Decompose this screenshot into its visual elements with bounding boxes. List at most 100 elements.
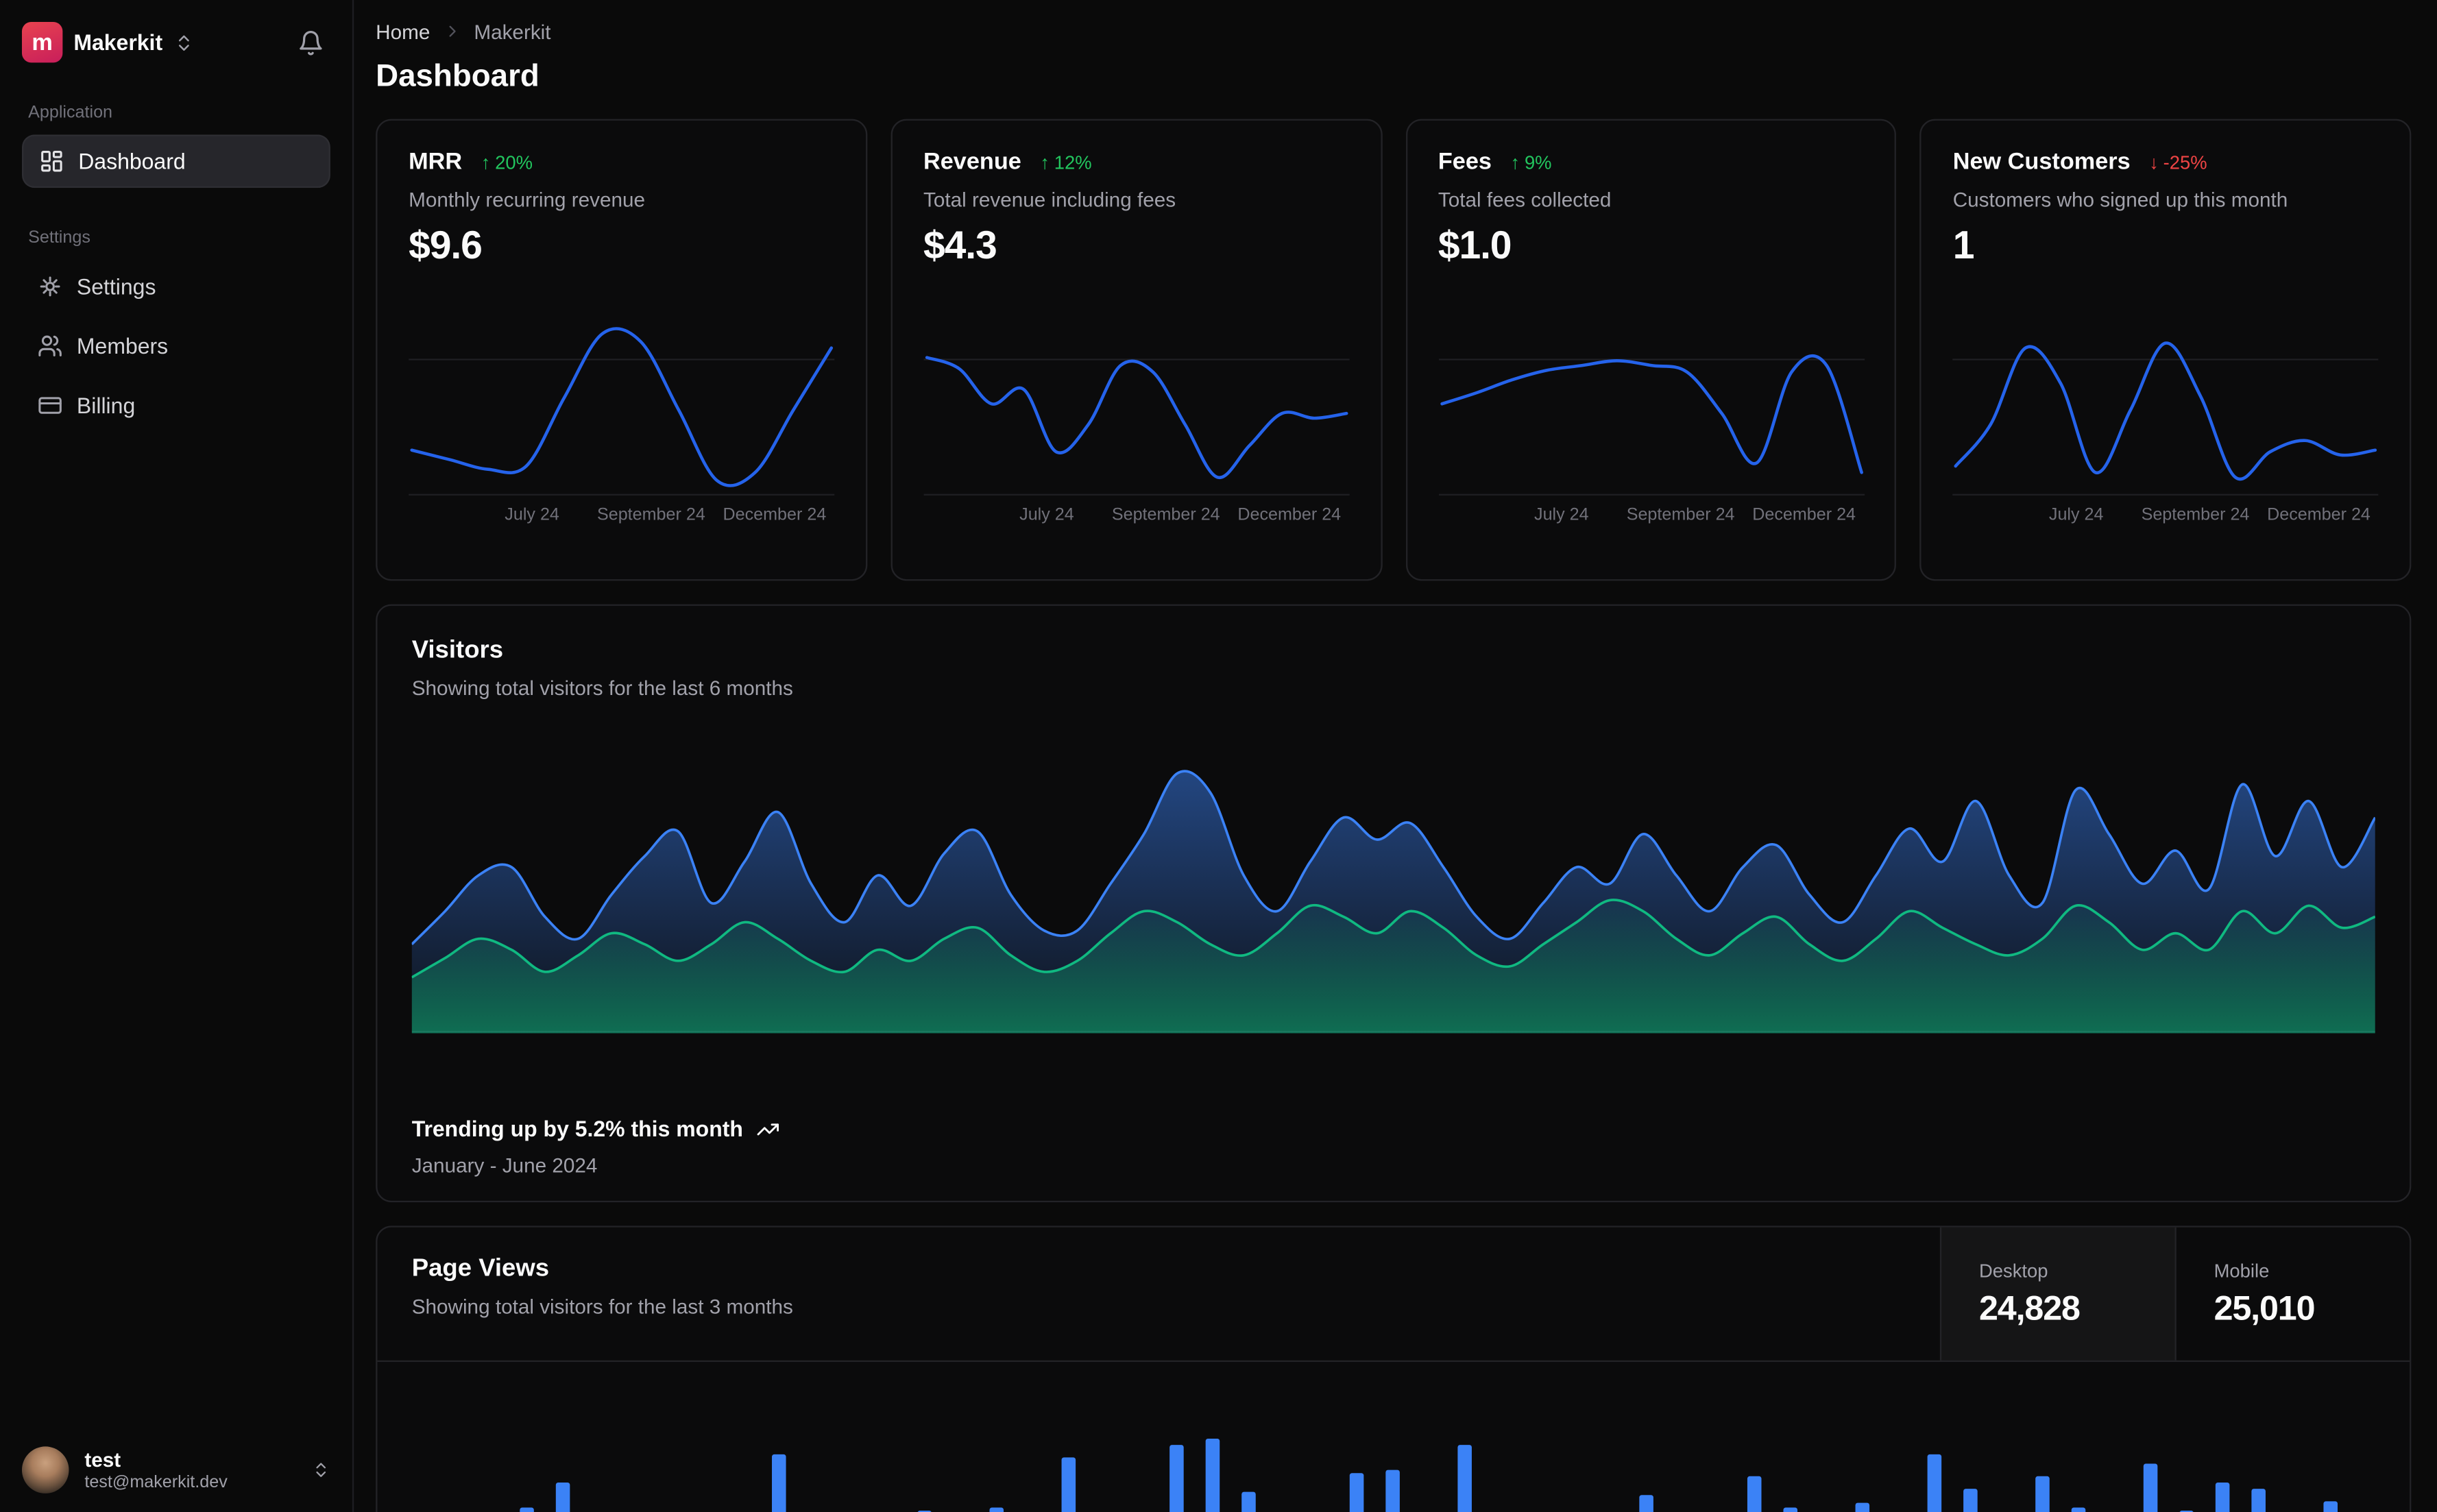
stat-description: Monthly recurring revenue: [409, 188, 646, 212]
stat-card-new-customers: New Customers ↓ -25% Customers who signed…: [1919, 119, 2412, 581]
page-views-bar-chart: [412, 1417, 2375, 1512]
bar: [1205, 1439, 1220, 1512]
trend-arrow-icon: ↑: [1510, 151, 1520, 173]
chevrons-up-down-icon: [173, 32, 194, 53]
credit-card-icon: [38, 393, 63, 418]
visitors-date-range: January - June 2024: [411, 1154, 598, 1178]
sidebar-item-dashboard[interactable]: Dashboard: [21, 134, 330, 188]
bar: [989, 1507, 1004, 1512]
x-tick-label: July 24: [1019, 505, 1074, 525]
trending-up-icon: [755, 1117, 779, 1141]
bar: [1458, 1445, 1472, 1512]
stat-delta-value: -25%: [2163, 151, 2207, 173]
breadcrumb-current: Makerkit: [474, 19, 551, 43]
toggle-mobile[interactable]: Mobile 25,010: [2174, 1227, 2410, 1361]
stat-card-revenue: Revenue ↑ 12% Total revenue including fee…: [890, 119, 1382, 581]
page-views-header: Page Views Showing total visitors for th…: [377, 1227, 2410, 1363]
stat-label: New Customers: [1952, 148, 2131, 175]
stat-value: $4.3: [923, 223, 997, 268]
page-views-card: Page Views Showing total visitors for th…: [376, 1226, 2412, 1512]
x-tick-label: December 24: [2267, 505, 2371, 525]
bar: [1241, 1491, 1256, 1512]
toggle-value: 24,828: [1978, 1287, 2081, 1327]
sidebar-item-label: Members: [76, 333, 169, 359]
stat-label: Revenue: [923, 148, 1021, 175]
x-tick-label: September 24: [596, 505, 705, 525]
sidebar-item-label: Settings: [76, 273, 156, 300]
page-views-subtitle: Showing total visitors for the last 3 mo…: [411, 1294, 793, 1319]
stat-card-mrr: MRR ↑ 20% Monthly recurring revenue $9.6 …: [376, 119, 867, 581]
x-tick-label: July 24: [1534, 505, 1589, 525]
bar: [1061, 1458, 1076, 1512]
stat-label: Fees: [1438, 148, 1492, 175]
visitors-subtitle: Showing total visitors for the last 6 mo…: [411, 676, 793, 700]
page-title: Dashboard: [376, 59, 539, 95]
bar: [1747, 1476, 1761, 1512]
section-label-settings: Settings: [28, 228, 90, 247]
bell-icon: [298, 29, 324, 56]
x-tick-label: December 24: [1752, 505, 1856, 525]
stat-value: $1.0: [1438, 223, 1512, 268]
x-tick-label: September 24: [1111, 505, 1220, 525]
toggle-label: Desktop: [1978, 1259, 2048, 1282]
gear-icon: [38, 274, 63, 300]
stat-label: MRR: [409, 148, 463, 175]
toggle-value: 25,010: [2214, 1287, 2316, 1327]
stat-delta-badge: ↑ 9%: [1510, 151, 1551, 173]
sidebar: m Makerkit Application Dashboard Setting…: [0, 0, 354, 1512]
trend-arrow-icon: ↓: [2149, 151, 2159, 173]
bar: [2144, 1463, 2158, 1512]
sidebar-item-settings[interactable]: Settings: [22, 260, 330, 313]
stat-delta-value: 20%: [495, 151, 533, 173]
bar: [773, 1454, 787, 1512]
bar: [2216, 1482, 2231, 1512]
sidebar-item-label: Dashboard: [78, 148, 186, 174]
visitors-title: Visitors: [411, 637, 504, 664]
bar: [556, 1482, 570, 1512]
makerkit-logo: m: [21, 21, 63, 63]
bar: [2324, 1501, 2339, 1512]
main-content: Home Makerkit Dashboard MRR ↑ 20% Monthly…: [354, 0, 2436, 1512]
toggle-desktop[interactable]: Desktop 24,828: [1939, 1227, 2175, 1361]
user-email: test@makerkit.dev: [84, 1472, 228, 1491]
bar: [1855, 1503, 1869, 1512]
x-tick-label: December 24: [723, 505, 827, 525]
stat-description: Total revenue including fees: [923, 188, 1176, 212]
bar: [520, 1507, 535, 1512]
sidebar-item-members[interactable]: Members: [22, 319, 330, 373]
bar: [1963, 1488, 1978, 1512]
trend-arrow-icon: ↑: [481, 151, 491, 173]
user-avatar: [21, 1446, 69, 1493]
revenue-sparkline-chart: [923, 321, 1350, 496]
x-axis-ticks: July 24 September 24 December 24: [923, 506, 1349, 531]
visitors-trend-text: Trending up by 5.2% this month: [411, 1116, 743, 1142]
dashboard-icon: [39, 149, 64, 174]
toggle-label: Mobile: [2214, 1259, 2270, 1282]
stats-grid: MRR ↑ 20% Monthly recurring revenue $9.6 …: [376, 119, 2412, 581]
x-tick-label: July 24: [505, 505, 559, 525]
chevron-right-icon: [443, 22, 461, 40]
x-tick-label: September 24: [2141, 505, 2250, 525]
bar: [1638, 1496, 1653, 1512]
stat-delta-badge: ↓ -25%: [2149, 151, 2207, 173]
customers-sparkline-chart: [1952, 321, 2379, 496]
stat-delta-badge: ↑ 12%: [1040, 151, 1091, 173]
breadcrumb: Home Makerkit: [376, 19, 2411, 44]
stat-delta-value: 9%: [1524, 151, 1552, 173]
sidebar-item-billing[interactable]: Billing: [22, 379, 330, 432]
app-window: m Makerkit Application Dashboard Setting…: [0, 0, 2436, 1512]
notifications-button[interactable]: [291, 23, 330, 62]
stat-delta-value: 12%: [1054, 151, 1092, 173]
mrr-sparkline-chart: [409, 321, 835, 496]
bar: [1169, 1445, 1184, 1512]
breadcrumb-home-link[interactable]: Home: [376, 20, 430, 43]
user-name: test: [84, 1447, 121, 1471]
visitors-card: Visitors Showing total visitors for the …: [376, 604, 2412, 1203]
x-tick-label: December 24: [1237, 505, 1342, 525]
page-views-title: Page Views: [411, 1255, 550, 1282]
bar: [1782, 1507, 1797, 1512]
workspace-selector[interactable]: m Makerkit: [21, 21, 194, 63]
visitors-area-chart: [411, 735, 2375, 1034]
user-menu[interactable]: test test@makerkit.dev: [0, 1428, 352, 1512]
section-label-application: Application: [28, 103, 113, 123]
